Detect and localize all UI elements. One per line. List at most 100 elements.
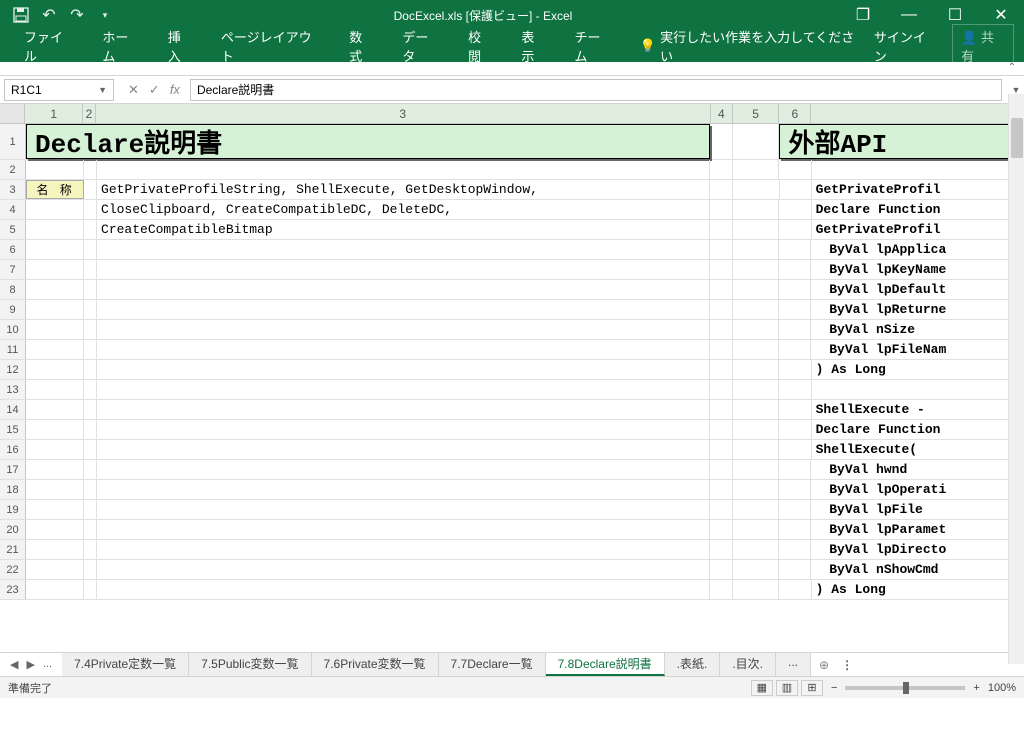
undo-icon[interactable]: ↶ bbox=[38, 4, 60, 26]
cell[interactable] bbox=[779, 200, 811, 219]
tab-view[interactable]: 表示 bbox=[507, 30, 560, 62]
cell[interactable]: ByVal lpFile bbox=[811, 500, 1024, 519]
cell[interactable] bbox=[733, 520, 780, 539]
row-header[interactable]: 23 bbox=[0, 580, 26, 599]
cell[interactable] bbox=[710, 320, 732, 339]
cell[interactable]: GetPrivateProfil bbox=[812, 220, 1024, 239]
cell[interactable] bbox=[97, 240, 710, 259]
cell[interactable] bbox=[26, 460, 84, 479]
cell[interactable]: CloseClipboard, CreateCompatibleDC, Dele… bbox=[97, 200, 710, 219]
row-header[interactable]: 17 bbox=[0, 460, 26, 479]
cell[interactable] bbox=[26, 560, 84, 579]
cell[interactable] bbox=[779, 360, 811, 379]
cell[interactable] bbox=[84, 360, 97, 379]
page-layout-view-icon[interactable]: ▥ bbox=[776, 680, 798, 696]
cell[interactable] bbox=[84, 320, 97, 339]
title-cell[interactable]: Declare説明書 bbox=[26, 124, 710, 159]
cell[interactable] bbox=[710, 160, 733, 179]
qat-dropdown-icon[interactable]: ▾ bbox=[94, 4, 116, 26]
enter-icon[interactable]: ✓ bbox=[149, 82, 160, 98]
cell[interactable] bbox=[84, 260, 97, 279]
cell[interactable] bbox=[812, 380, 1024, 399]
cell[interactable] bbox=[733, 220, 780, 239]
cell[interactable]: ShellExecute - bbox=[812, 400, 1024, 419]
cell[interactable] bbox=[779, 440, 811, 459]
page-break-view-icon[interactable]: ⊞ bbox=[801, 680, 823, 696]
cell[interactable] bbox=[84, 420, 97, 439]
cell[interactable] bbox=[779, 560, 811, 579]
sheet-tab[interactable]: .表紙. bbox=[665, 653, 721, 676]
cell[interactable] bbox=[97, 420, 710, 439]
zoom-level[interactable]: 100% bbox=[988, 682, 1016, 694]
cell[interactable] bbox=[733, 480, 780, 499]
cell[interactable] bbox=[733, 440, 780, 459]
row-header[interactable]: 11 bbox=[0, 340, 26, 359]
collapse-ribbon-icon[interactable]: ⌃ bbox=[1008, 62, 1016, 73]
cell[interactable] bbox=[26, 400, 84, 419]
cell[interactable] bbox=[710, 580, 733, 599]
cell[interactable] bbox=[779, 260, 811, 279]
spreadsheet-grid[interactable]: 1 2 3 4 5 6 1Declare説明書外部API23名 称GetPriv… bbox=[0, 104, 1024, 652]
cell[interactable] bbox=[97, 360, 710, 379]
cell[interactable] bbox=[97, 320, 710, 339]
cell[interactable] bbox=[733, 300, 780, 319]
cell[interactable] bbox=[733, 240, 780, 259]
cell[interactable] bbox=[710, 480, 732, 499]
sheet-nav-prev[interactable]: ◀ bbox=[10, 658, 18, 671]
cell[interactable] bbox=[97, 580, 710, 599]
cell[interactable] bbox=[779, 340, 811, 359]
cell[interactable] bbox=[97, 160, 710, 179]
cell[interactable] bbox=[84, 500, 97, 519]
cell[interactable] bbox=[26, 480, 84, 499]
cell[interactable] bbox=[84, 280, 97, 299]
formula-input[interactable] bbox=[190, 79, 1002, 101]
row-header[interactable]: 12 bbox=[0, 360, 26, 379]
cancel-icon[interactable]: ✕ bbox=[128, 82, 139, 98]
row-header[interactable]: 1 bbox=[0, 124, 26, 159]
row-header[interactable]: 2 bbox=[0, 160, 26, 179]
cell[interactable] bbox=[710, 500, 732, 519]
redo-icon[interactable]: ↷ bbox=[66, 4, 88, 26]
cell[interactable] bbox=[97, 260, 710, 279]
cell[interactable] bbox=[780, 180, 812, 199]
sheet-nav-more[interactable]: ... bbox=[43, 658, 52, 671]
row-header[interactable]: 7 bbox=[0, 260, 26, 279]
sheet-options-icon[interactable]: ⋮ bbox=[841, 658, 853, 672]
cell[interactable] bbox=[733, 540, 780, 559]
cell[interactable] bbox=[779, 400, 811, 419]
cell[interactable]: ByVal lpFileNam bbox=[811, 340, 1024, 359]
cell[interactable] bbox=[84, 240, 97, 259]
cell[interactable]: Declare Function bbox=[812, 200, 1024, 219]
chevron-down-icon[interactable]: ▼ bbox=[98, 85, 107, 95]
name-box[interactable]: R1C1▼ bbox=[4, 79, 114, 101]
cell[interactable]: GetPrivateProfil bbox=[812, 180, 1024, 199]
cell[interactable] bbox=[733, 500, 780, 519]
scroll-thumb[interactable] bbox=[1011, 118, 1023, 158]
row-header[interactable]: 3 bbox=[0, 180, 26, 199]
row-header[interactable]: 13 bbox=[0, 380, 26, 399]
cell[interactable]: ByVal nSize bbox=[811, 320, 1024, 339]
tab-team[interactable]: チーム bbox=[561, 30, 626, 62]
sheet-tab[interactable]: 7.7Declare一覧 bbox=[439, 653, 546, 676]
tab-home[interactable]: ホーム bbox=[88, 30, 153, 62]
cell[interactable] bbox=[733, 280, 780, 299]
cell[interactable] bbox=[26, 220, 84, 239]
cell[interactable] bbox=[779, 240, 811, 259]
cell[interactable] bbox=[779, 480, 811, 499]
cell[interactable] bbox=[26, 360, 84, 379]
cell[interactable] bbox=[779, 520, 811, 539]
cell[interactable] bbox=[26, 300, 84, 319]
cell[interactable] bbox=[84, 520, 97, 539]
cell[interactable] bbox=[26, 580, 84, 599]
cell[interactable]: Declare Function bbox=[812, 420, 1024, 439]
cell[interactable]: ByVal hwnd bbox=[811, 460, 1024, 479]
sheet-tab[interactable]: ... bbox=[776, 653, 811, 676]
row-header[interactable]: 10 bbox=[0, 320, 26, 339]
sheet-tab[interactable]: 7.4Private定数一覧 bbox=[62, 653, 189, 676]
cell[interactable] bbox=[812, 160, 1024, 179]
cell[interactable] bbox=[710, 240, 732, 259]
add-sheet-button[interactable]: ⊕ bbox=[811, 658, 837, 672]
cell[interactable]: ByVal lpDirecto bbox=[811, 540, 1024, 559]
cell[interactable] bbox=[710, 200, 733, 219]
cell[interactable] bbox=[97, 560, 710, 579]
